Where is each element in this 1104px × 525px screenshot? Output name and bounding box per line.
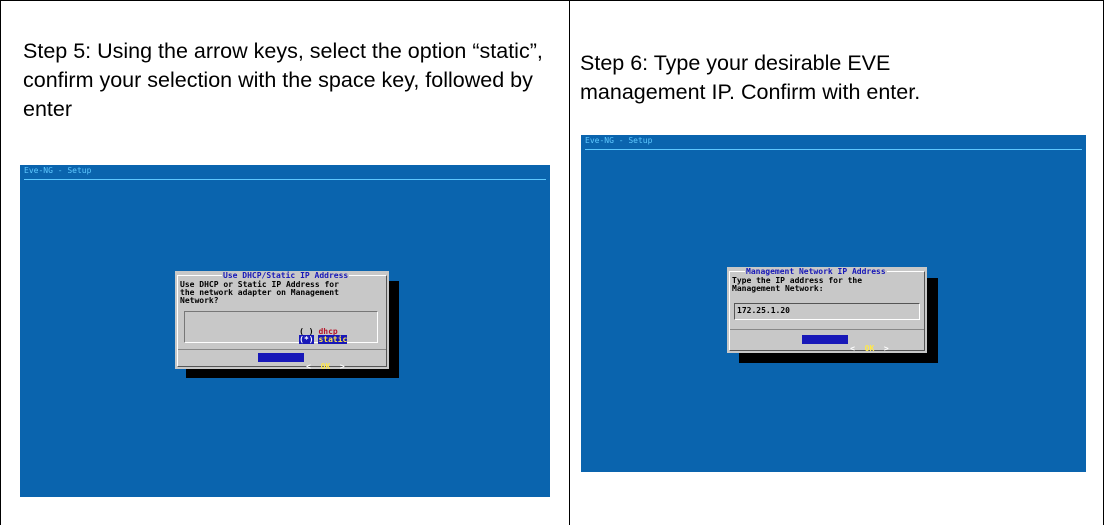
dialog-separator (178, 349, 386, 350)
ok-label: OK (320, 362, 331, 371)
ok-label: OK (864, 344, 875, 353)
title-divider (24, 179, 546, 180)
ok-left-bracket: < (850, 344, 855, 353)
ok-button[interactable]: < OK > (258, 353, 345, 371)
ip-address-input[interactable]: 172.25.1.20 (734, 303, 920, 320)
dialog-separator (730, 329, 924, 330)
dialog-prompt-line-2: Management Network: (732, 284, 824, 293)
step-5-terminal-screen: Eve-NG - Setup Use DHCP/Static IP Addres… (20, 165, 550, 497)
title-divider (585, 149, 1082, 150)
instruction-table: Step 5: Using the arrow keys, select the… (0, 0, 1104, 525)
ok-button[interactable]: < OK > (802, 335, 889, 353)
dialog-title: Management Network IP Address (745, 267, 887, 276)
ok-right-bracket: > (339, 362, 345, 371)
option-static-label: static (318, 335, 348, 344)
dhcp-static-dialog: Use DHCP/Static IP Address Use DHCP or S… (175, 271, 389, 371)
step-6-cell: Step 6: Type your desirable EVE manageme… (570, 1, 1103, 525)
management-ip-dialog: Management Network IP Address Type the I… (727, 267, 927, 353)
step-6-instruction: Step 6: Type your desirable EVE manageme… (580, 51, 921, 104)
step-5-cell: Step 5: Using the arrow keys, select the… (1, 1, 569, 525)
ok-right-bracket: > (883, 344, 889, 353)
setup-title: Eve-NG - Setup (24, 166, 92, 175)
option-static-marker: (*) (299, 335, 314, 344)
step-6-terminal-screen: Eve-NG - Setup Management Network IP Add… (581, 135, 1086, 472)
setup-title: Eve-NG - Setup (585, 136, 653, 145)
step-5-instruction: Step 5: Using the arrow keys, select the… (23, 39, 543, 121)
dialog-title: Use DHCP/Static IP Address (222, 271, 350, 280)
ok-left-bracket: < (306, 362, 311, 371)
dialog-prompt-line-3: Network? (180, 296, 219, 305)
